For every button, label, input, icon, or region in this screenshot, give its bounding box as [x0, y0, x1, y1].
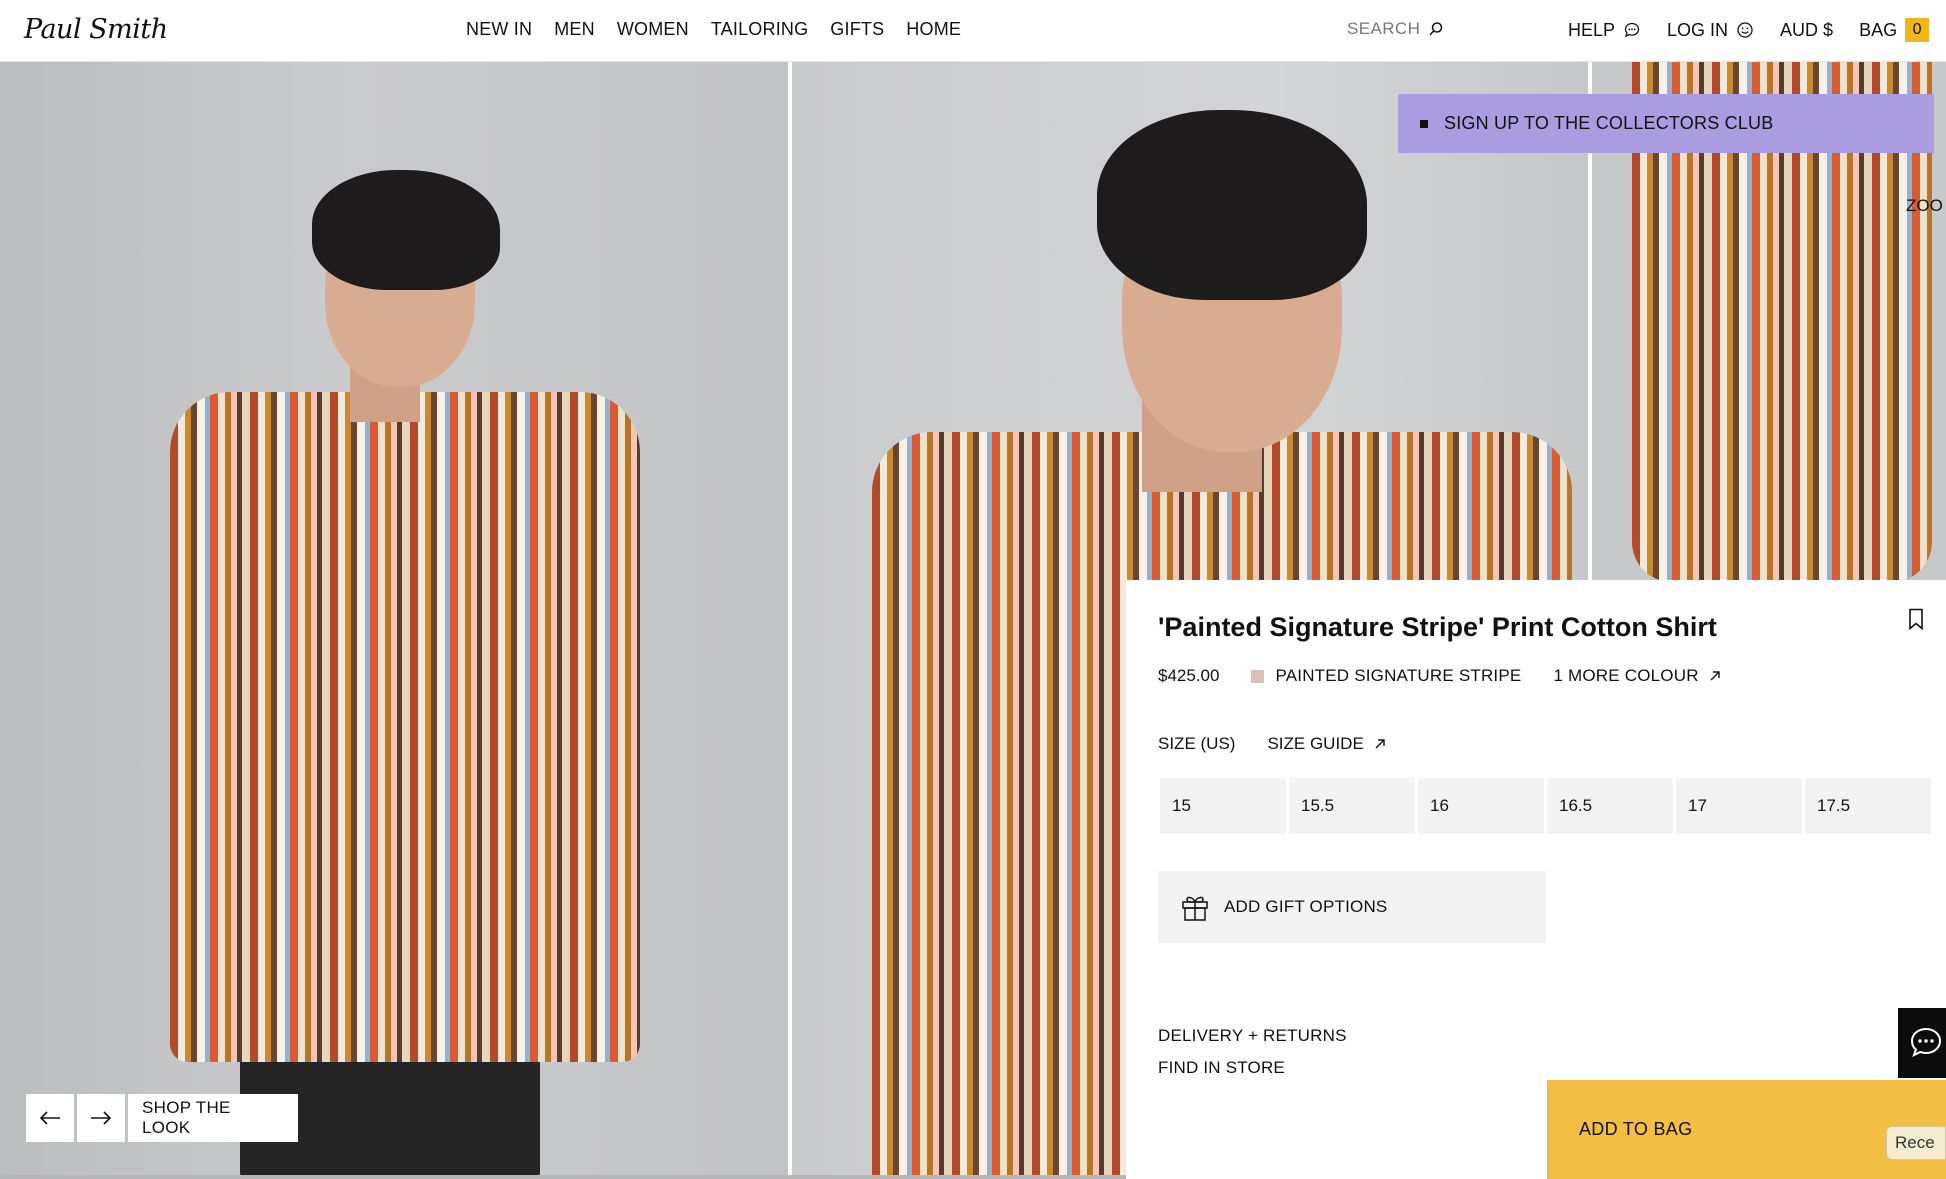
model-hair — [312, 170, 500, 290]
main-nav: NEW IN MEN WOMEN TAILORING GIFTS HOME — [466, 19, 961, 40]
nav-tailoring[interactable]: TAILORING — [711, 19, 808, 40]
shop-the-look-button[interactable]: SHOP THE LOOK — [128, 1094, 298, 1142]
bookmark-icon — [1909, 608, 1923, 631]
currency-label: AUD $ — [1780, 19, 1834, 40]
nav-gifts[interactable]: GIFTS — [830, 19, 884, 40]
product-price: $425.00 — [1158, 666, 1220, 685]
gallery-next-button[interactable] — [77, 1094, 125, 1142]
gift-options-label: ADD GIFT OPTIONS — [1224, 897, 1388, 916]
smiley-user-icon — [1737, 22, 1753, 38]
bag-label: BAG — [1859, 19, 1898, 40]
size-guide-label: SIZE GUIDE — [1267, 734, 1364, 753]
add-gift-options-button[interactable]: ADD GIFT OPTIONS — [1158, 871, 1546, 943]
bullet-square-icon — [1420, 119, 1428, 128]
search-icon — [1429, 22, 1443, 36]
more-colour-link[interactable]: 1 MORE COLOUR — [1553, 666, 1720, 686]
product-image-front[interactable] — [0, 62, 788, 1175]
colour-swatch — [1251, 669, 1265, 683]
model-hair-side — [1097, 110, 1367, 300]
product-title: 'Painted Signature Stripe' Print Cotton … — [1158, 612, 1717, 642]
chat-bubble-icon — [1624, 22, 1640, 38]
find-in-store-link[interactable]: FIND IN STORE — [1158, 1058, 1285, 1078]
size-option-16[interactable]: 16 — [1418, 778, 1544, 834]
colour-name: PAINTED SIGNATURE STRIPE — [1275, 666, 1522, 685]
size-selector: 15 15.5 16 16.5 17 17.5 — [1160, 778, 1931, 834]
size-option-15-5[interactable]: 15.5 — [1289, 778, 1415, 834]
login-button[interactable]: LOG IN — [1667, 20, 1754, 41]
nav-home[interactable]: HOME — [906, 19, 961, 40]
live-chat-button[interactable] — [1898, 1008, 1946, 1078]
size-guide-link[interactable]: SIZE GUIDE — [1267, 734, 1385, 754]
size-option-17-5[interactable]: 17.5 — [1805, 778, 1931, 834]
help-label: HELP — [1568, 19, 1616, 40]
currency-selector[interactable]: AUD $ — [1780, 20, 1833, 41]
header-utilities: HELP LOG IN AUD $ BAG 0 — [1568, 18, 1930, 42]
collectors-club-banner[interactable]: SIGN UP TO THE COLLECTORS CLUB — [1398, 94, 1934, 153]
chat-icon — [1910, 1027, 1942, 1057]
nav-new-in[interactable]: NEW IN — [466, 19, 532, 40]
search-button[interactable]: SEARCH — [1347, 19, 1444, 39]
search-label: SEARCH — [1347, 19, 1421, 38]
arrow-up-right-icon — [1710, 671, 1720, 681]
zoom-button[interactable]: ZOO — [1906, 196, 1943, 216]
bag-count-badge: 0 — [1905, 18, 1930, 42]
size-option-17[interactable]: 17 — [1676, 778, 1802, 834]
collectors-club-label: SIGN UP TO THE COLLECTORS CLUB — [1444, 113, 1774, 133]
price-colour-row: $425.00 PAINTED SIGNATURE STRIPE 1 MORE … — [1158, 666, 1721, 686]
delivery-returns-link[interactable]: DELIVERY + RETURNS — [1158, 1026, 1347, 1046]
size-header-row: SIZE (US) SIZE GUIDE — [1158, 734, 1386, 754]
nav-men[interactable]: MEN — [554, 19, 595, 40]
help-button[interactable]: HELP — [1568, 20, 1641, 41]
arrow-left-icon — [39, 1111, 60, 1125]
site-header: Paul Smith NEW IN MEN WOMEN TAILORING GI… — [0, 0, 1946, 62]
recently-viewed-tab[interactable]: Rece — [1886, 1126, 1946, 1160]
gallery-prev-button[interactable] — [26, 1094, 74, 1142]
size-option-15[interactable]: 15 — [1160, 778, 1286, 834]
more-colour-label: 1 MORE COLOUR — [1553, 666, 1699, 685]
nav-women[interactable]: WOMEN — [617, 19, 689, 40]
size-label: SIZE (US) — [1158, 734, 1236, 753]
gift-icon — [1182, 896, 1208, 921]
wishlist-button[interactable] — [1908, 608, 1924, 635]
arrow-right-icon — [91, 1111, 112, 1125]
product-details-panel: 'Painted Signature Stripe' Print Cotton … — [1126, 580, 1946, 1179]
arrow-up-right-icon — [1375, 739, 1385, 749]
model-shirt — [170, 392, 640, 1062]
bag-button[interactable]: BAG 0 — [1859, 18, 1930, 42]
size-option-16-5[interactable]: 16.5 — [1547, 778, 1673, 834]
paul-smith-logo[interactable]: Paul Smith — [24, 14, 168, 45]
login-label: LOG IN — [1667, 19, 1729, 40]
